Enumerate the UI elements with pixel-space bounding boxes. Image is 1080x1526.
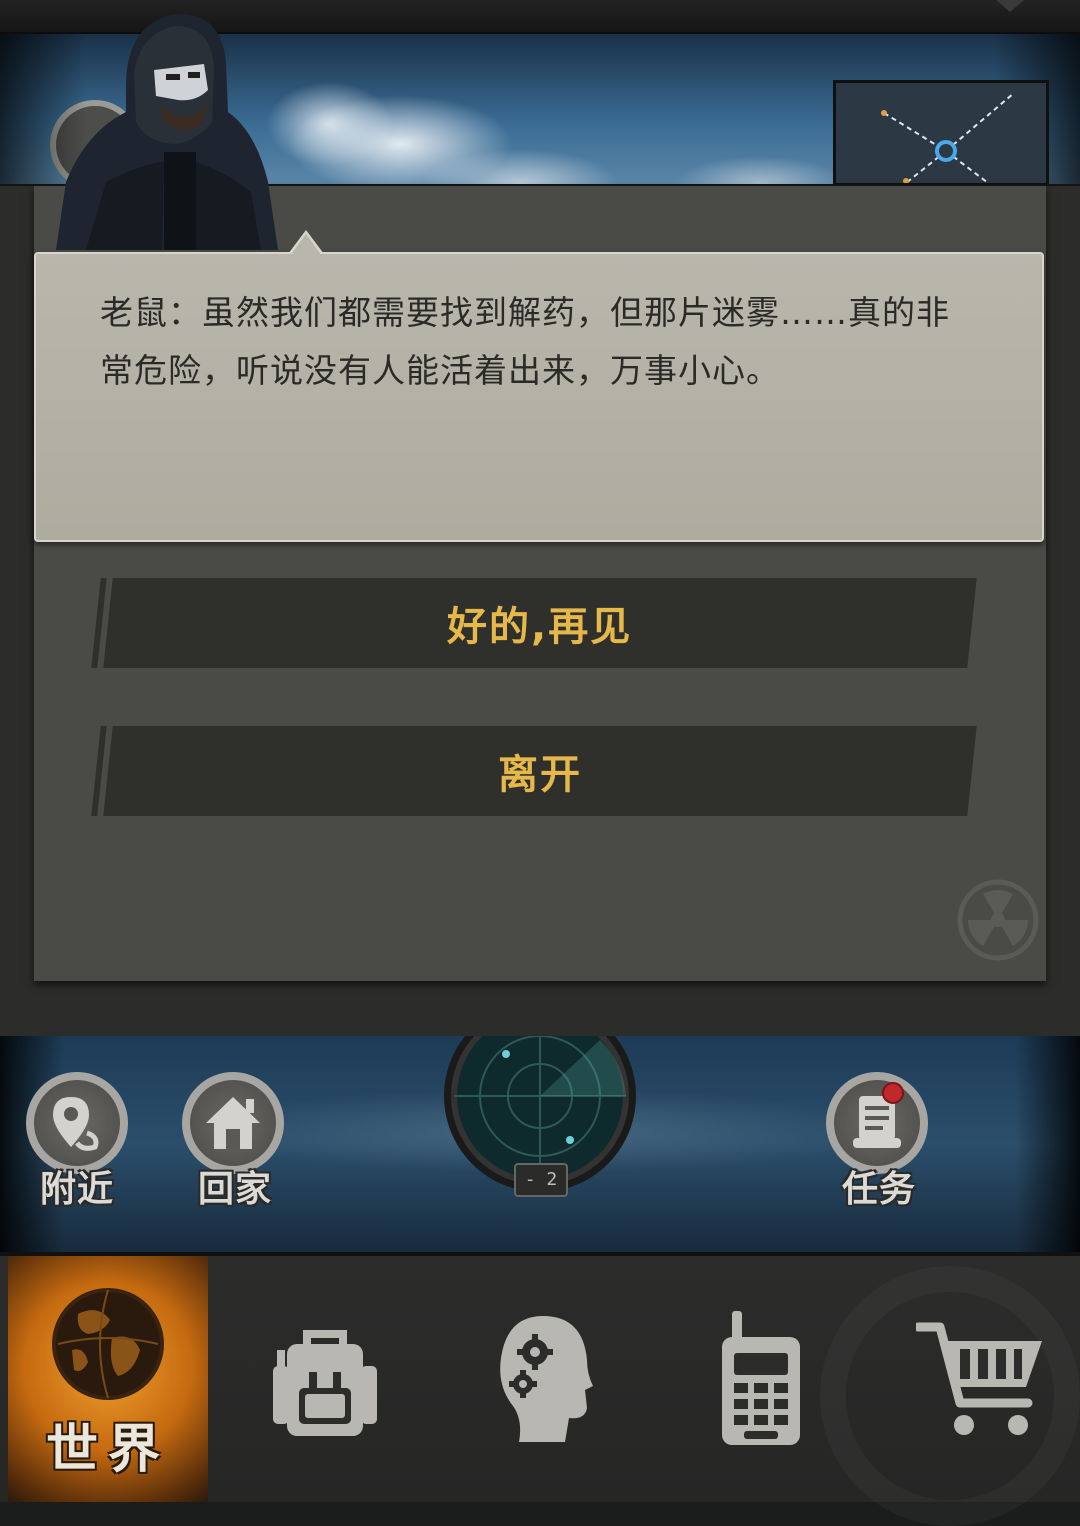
choice-label: 好的,再见 xyxy=(447,604,633,650)
npc-portrait xyxy=(56,13,278,250)
minimap-routes-icon xyxy=(836,83,1046,183)
nav-skills-tab[interactable] xyxy=(470,1256,620,1502)
nearby-button[interactable] xyxy=(26,1072,128,1174)
shopping-cart-icon xyxy=(916,1322,1042,1435)
radiation-icon xyxy=(957,879,1039,961)
bottom-navigation: 世界 xyxy=(0,1252,1080,1502)
nav-shop-tab[interactable] xyxy=(906,1256,1056,1502)
dialog-speech-bubble: 老鼠：虽然我们都需要找到解药，但那片迷雾……真的非常危险，听说没有人能活着出来，… xyxy=(34,230,1044,542)
home-button[interactable] xyxy=(182,1072,284,1174)
location-pin-icon xyxy=(53,1097,99,1151)
choice-leave-button[interactable]: 离开 xyxy=(103,726,977,816)
house-icon xyxy=(206,1097,260,1149)
dropdown-arrow-icon[interactable] xyxy=(996,0,1024,12)
home-label: 回家 xyxy=(198,1169,273,1210)
tasks-button[interactable] xyxy=(826,1072,928,1174)
choice-goodbye-button[interactable]: 好的,再见 xyxy=(103,578,977,668)
tasks-label: 任务 xyxy=(842,1169,917,1210)
nav-world-tab[interactable]: 世界 xyxy=(8,1256,208,1502)
nearby-label: 附近 xyxy=(40,1169,115,1210)
radar-level-badge: - 2 xyxy=(514,1163,568,1197)
nav-world-label: 世界 xyxy=(45,1420,170,1480)
nav-radio-tab[interactable] xyxy=(686,1256,836,1502)
nav-backpack-tab[interactable] xyxy=(250,1256,400,1502)
minimap[interactable] xyxy=(833,80,1049,186)
choice-label: 离开 xyxy=(498,752,582,798)
tasks-notification-badge xyxy=(882,1082,904,1104)
backpack-icon xyxy=(273,1330,377,1436)
dialog-text: 老鼠：虽然我们都需要找到解药，但那片迷雾……真的非常危险，听说没有人能活着出来，… xyxy=(100,293,950,390)
walkie-talkie-icon xyxy=(722,1311,800,1445)
head-gears-icon xyxy=(500,1316,593,1442)
globe-icon xyxy=(52,1288,164,1400)
